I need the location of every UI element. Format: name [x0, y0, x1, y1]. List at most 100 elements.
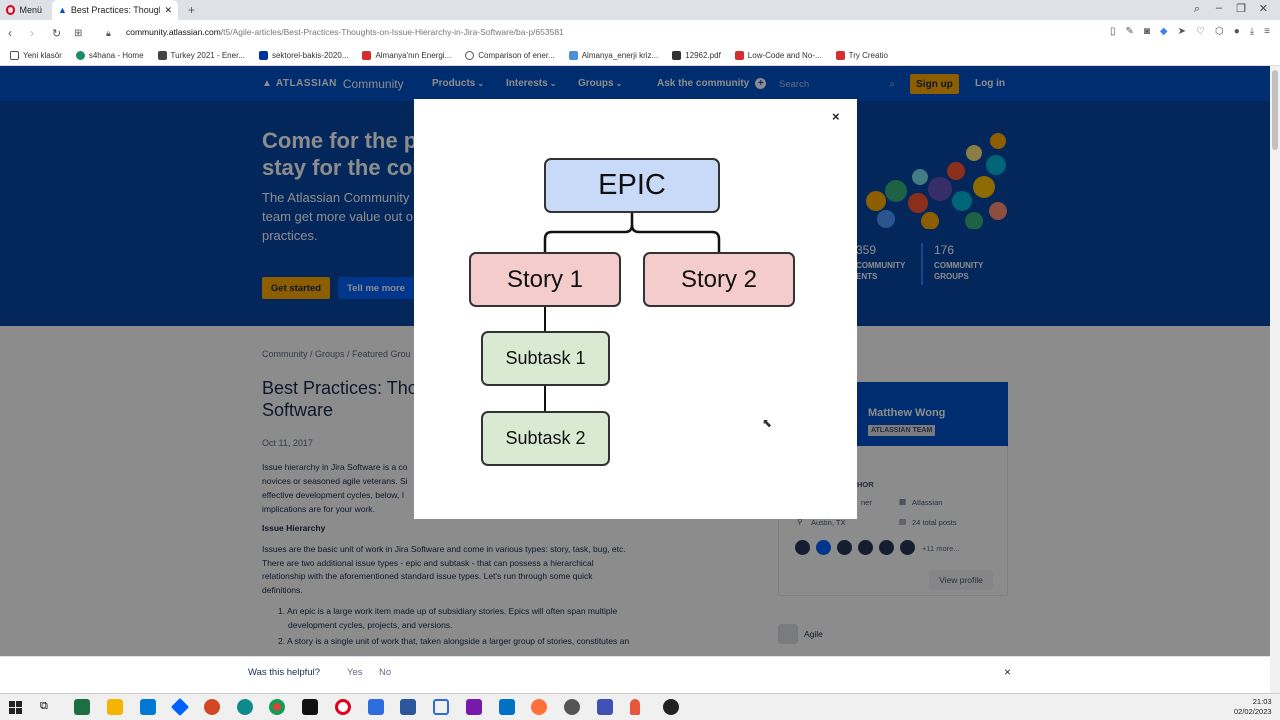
bookmark-item[interactable]: 12962.pdf — [672, 51, 721, 60]
microphone-icon[interactable] — [630, 699, 640, 715]
excel-icon[interactable] — [74, 699, 90, 715]
profile-icon[interactable]: ● — [1234, 26, 1240, 37]
firefox-icon[interactable] — [531, 699, 547, 715]
subtask-2-node: Subtask 2 — [481, 411, 610, 466]
menu-icon[interactable]: ≡ — [1264, 26, 1270, 37]
restore-window-icon[interactable]: ❐ — [1236, 2, 1246, 15]
bookmark-item[interactable]: Try Creatio — [835, 51, 888, 60]
tabs-grid-icon[interactable]: ⊞ — [74, 28, 82, 39]
bookmark-label: Almanya_enerji kriz... — [581, 51, 659, 60]
subtask-1-node: Subtask 1 — [481, 331, 610, 386]
edge-icon[interactable] — [237, 699, 253, 715]
bookmark-label: Try Creatio — [848, 51, 888, 60]
document-icon — [157, 51, 167, 60]
bookmark-label: Comparison of ener... — [478, 51, 555, 60]
cube-icon[interactable]: ⬡ — [1215, 26, 1224, 37]
subtask-2-label: Subtask 2 — [505, 428, 586, 448]
windows-taskbar: ⧉ 21:03 02/02/2023 — [0, 693, 1280, 720]
app-icon[interactable] — [368, 699, 384, 715]
task-view-icon[interactable]: ⧉ — [40, 700, 48, 713]
app-icon[interactable] — [597, 699, 613, 715]
epic-connector — [630, 224, 721, 252]
feedback-no-button[interactable]: No — [379, 667, 391, 678]
feedback-close-icon[interactable]: × — [1004, 665, 1011, 679]
pdf-icon — [734, 51, 744, 60]
tab-best-practices[interactable]: ▲ Best Practices: Thoughts o ✕ — [52, 0, 178, 20]
onenote-icon[interactable] — [466, 699, 482, 715]
bookmark-label: Low-Code and No-... — [747, 51, 822, 60]
bookmark-item[interactable]: Yeni klasör — [10, 51, 62, 60]
bookmark-item[interactable]: Almanya'nın Energi... — [362, 51, 451, 60]
bookmark-item[interactable]: Turkey 2021 - Ener... — [157, 51, 245, 60]
tab-title: Best Practices: Thoughts o — [70, 5, 161, 15]
taskbar-clock[interactable]: 21:03 02/02/2023 — [1234, 697, 1272, 717]
bookmark-label: sektorel-bakis-2020... — [271, 51, 349, 60]
url-domain: community.atlassian.com — [126, 27, 221, 37]
eu-flag-icon — [258, 51, 268, 60]
opera-menu-button[interactable]: Menü — [0, 0, 48, 20]
edit-icon[interactable]: ✎ — [1125, 26, 1133, 37]
vpn-shield-icon[interactable]: ◆ — [1160, 26, 1168, 37]
page-scrollbar[interactable] — [1270, 66, 1280, 693]
settings-icon[interactable] — [564, 699, 580, 715]
back-icon[interactable]: ‹ — [8, 26, 12, 40]
url-field[interactable]: community.atlassian.com/t5/Agile-article… — [126, 27, 564, 37]
menu-label: Menü — [19, 5, 42, 15]
reload-icon[interactable]: ↻ — [52, 27, 61, 40]
browser-tab-bar: Menü ▲ Best Practices: Thoughts o ✕ + ⌕ … — [0, 0, 1280, 20]
mail-icon[interactable] — [140, 699, 156, 715]
new-tab-button[interactable]: + — [182, 0, 201, 20]
opera-icon[interactable] — [335, 699, 351, 715]
file-icon — [672, 51, 682, 60]
word-icon[interactable] — [400, 699, 416, 715]
close-tab-icon[interactable]: ✕ — [164, 5, 172, 16]
feedback-question: Was this helpful? — [248, 667, 320, 678]
bookmark-label: s4hana - Home — [88, 51, 144, 60]
scrollbar-thumb[interactable] — [1272, 70, 1278, 150]
folder-icon — [10, 51, 19, 60]
bookmark-item[interactable]: s4hana - Home — [75, 51, 144, 60]
bookmark-item[interactable]: Almanya_enerji kriz... — [568, 51, 659, 60]
bookmark-label: Turkey 2021 - Ener... — [170, 51, 245, 60]
forward-icon[interactable]: › — [30, 26, 34, 40]
epic-connector — [543, 212, 634, 252]
url-path: /t5/Agile-articles/Best-Practices-Though… — [220, 27, 564, 37]
feedback-yes-button[interactable]: Yes — [347, 667, 363, 678]
send-icon[interactable]: ➤ — [1178, 26, 1186, 37]
bookmark-item[interactable]: Comparison of ener... — [465, 51, 555, 60]
s4hana-icon — [75, 51, 85, 60]
camera-icon[interactable]: ◙ — [1144, 26, 1150, 37]
epic-label: EPIC — [598, 169, 666, 201]
story-2-node: Story 2 — [643, 252, 795, 307]
bookmark-item[interactable]: Low-Code and No-... — [734, 51, 822, 60]
heart-icon[interactable]: ♡ — [1196, 26, 1205, 37]
page-viewport: ▲ ATLASSIAN Community Products ⌄ Interest… — [0, 66, 1270, 693]
link-icon — [465, 51, 475, 60]
bookmark-item[interactable]: sektorel-bakis-2020... — [258, 51, 349, 60]
opera-logo-icon — [6, 5, 16, 15]
windows-start-icon[interactable] — [9, 701, 22, 714]
close-window-icon[interactable]: ✕ — [1259, 2, 1268, 15]
outlook-icon[interactable] — [499, 699, 515, 715]
search-tabs-icon[interactable]: ⌕ — [1194, 3, 1200, 16]
bookmark-label: Yeni klasör — [23, 51, 62, 60]
bookmarks-bar: Yeni klasör s4hana - Home Turkey 2021 - … — [0, 46, 1280, 66]
download-icon[interactable]: ⤓ — [1250, 26, 1254, 37]
reader-icon[interactable]: ▯ — [1110, 26, 1116, 37]
atlassian-favicon-icon: ▲ — [58, 5, 67, 15]
bookmark-label: Almanya'nın Energi... — [375, 51, 452, 60]
notion-icon[interactable] — [302, 699, 318, 715]
image-modal: × EPIC Story 1 Story 2 Subtask 1 Subtask… — [414, 99, 857, 519]
dropbox-icon[interactable] — [170, 697, 190, 717]
epic-node: EPIC — [544, 158, 720, 213]
app-icon[interactable] — [663, 699, 679, 715]
story-2-label: Story 2 — [680, 265, 758, 293]
minimize-window-icon[interactable]: – — [1216, 2, 1222, 14]
feedback-bar: Was this helpful? Yes No × — [0, 656, 1270, 693]
lock-app-icon[interactable] — [433, 699, 449, 715]
file-explorer-icon[interactable] — [107, 699, 123, 715]
chrome-icon[interactable] — [269, 699, 285, 715]
powerpoint-icon[interactable] — [204, 699, 220, 715]
bookmark-label: 12962.pdf — [685, 51, 721, 60]
story-1-node: Story 1 — [469, 252, 621, 307]
